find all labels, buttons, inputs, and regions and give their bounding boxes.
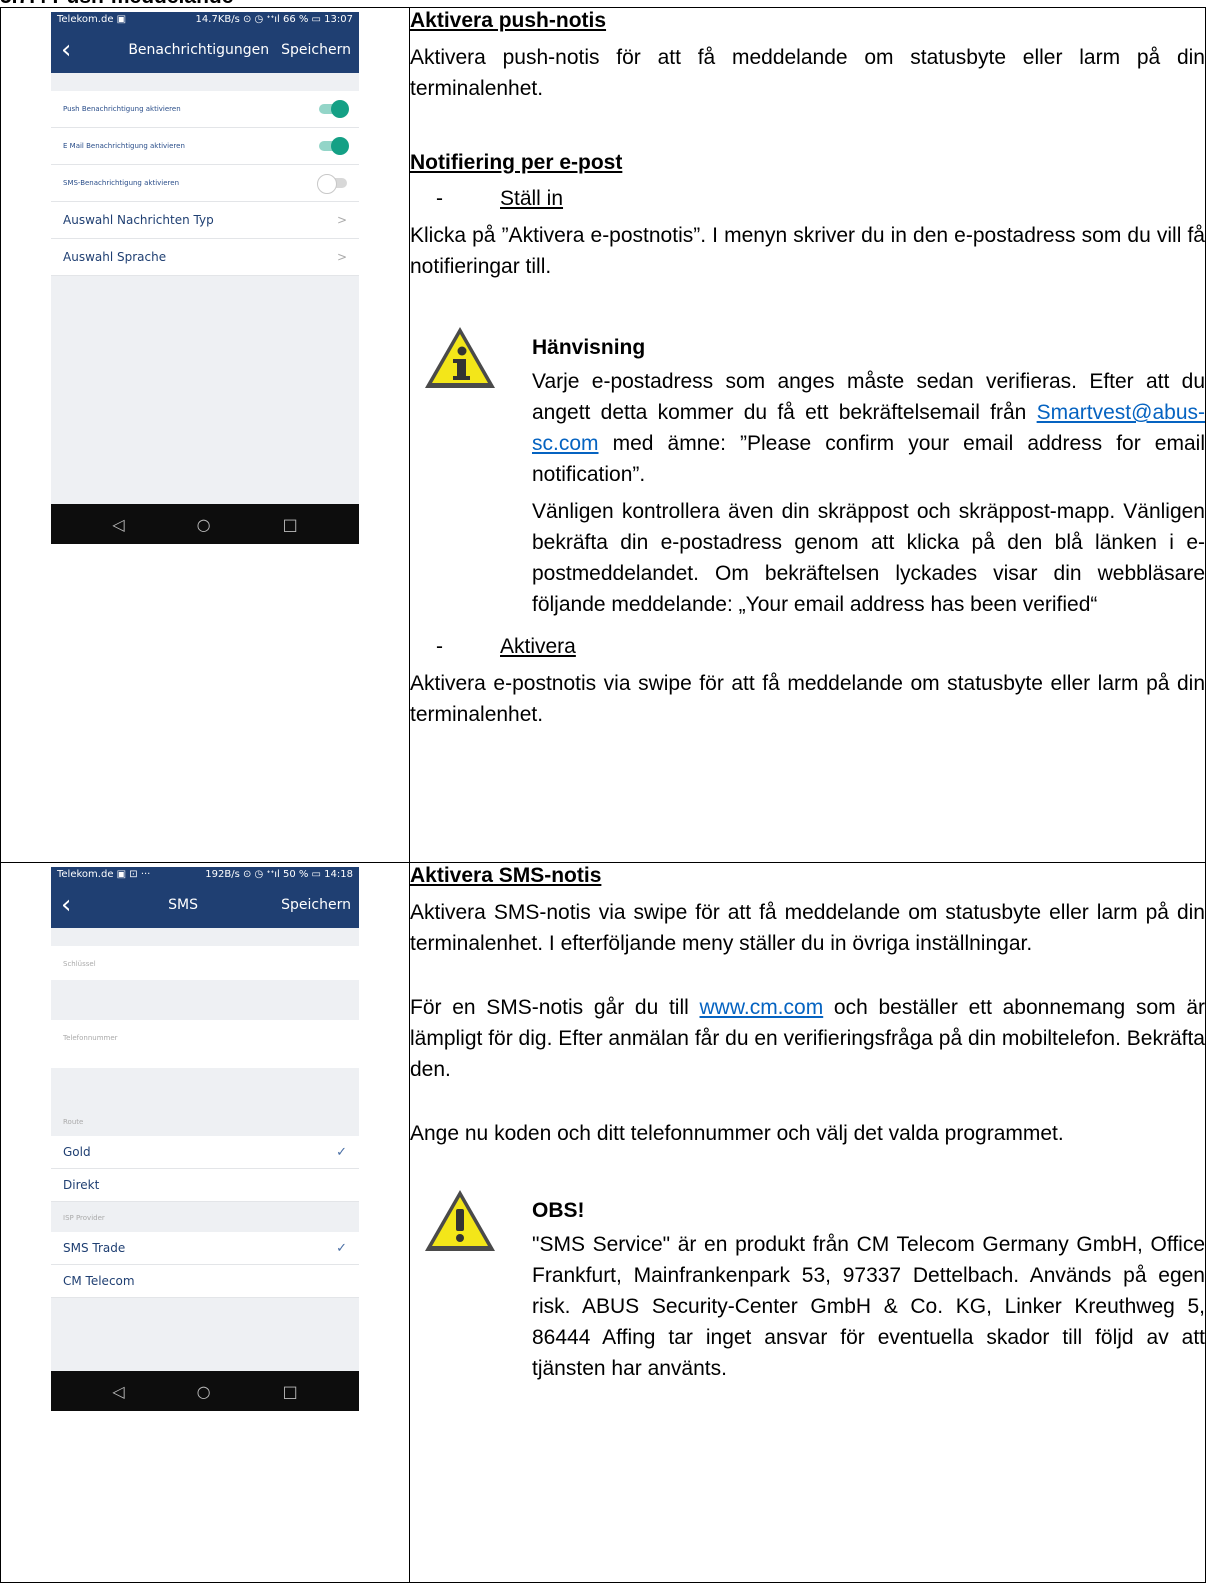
screen-title: SMS [168, 897, 198, 913]
activate-label: Aktivera [500, 635, 576, 658]
cm-link[interactable]: www.cm.com [700, 996, 824, 1019]
back-arrow-icon[interactable]: ‹ [61, 892, 85, 918]
option-label: SMS Trade [63, 1241, 126, 1255]
checkmark-icon: ✓ [336, 1240, 347, 1256]
sms-heading: Aktivera SMS-notis [410, 864, 602, 887]
save-button[interactable]: Speichern [281, 42, 359, 58]
option-label: CM Telecom [63, 1274, 135, 1288]
isp-option-sms-trade[interactable]: SMS Trade ✓ [51, 1232, 359, 1265]
table-row: Telekom.de ▣ ⊡ ··· 192B/s ⊙ ◷ ᐩᐩıl 50 % … [0, 862, 1206, 1583]
nav-back-icon[interactable]: ◁ [112, 1382, 124, 1401]
table-row: Telekom.de ▣ 14.7KB/s ⊙ ◷ ᐩᐩıl 66 % ▭ 13… [0, 7, 1206, 863]
app-bar: ‹ Benachrichtigungen Speichern [51, 27, 359, 73]
screenshot-cell: Telekom.de ▣ 14.7KB/s ⊙ ◷ ᐩᐩıl 66 % ▭ 13… [0, 7, 410, 863]
status-right: 14.7KB/s ⊙ ◷ ᐩᐩıl 66 % ▭ 13:07 [195, 14, 353, 25]
sms-text: Aktivera SMS-notis via swipe för att få … [410, 901, 1205, 955]
toggle-knob [331, 100, 349, 118]
nav-home-icon[interactable]: ○ [197, 1382, 211, 1401]
cm-paragraph: För en SMS-notis går du till www.cm.com … [410, 992, 1205, 1085]
sms-toggle-row[interactable]: SMS-Benachrichtigung aktivieren [51, 165, 359, 202]
route-section-label: Route [63, 1118, 84, 1126]
status-bar: Telekom.de ▣ 14.7KB/s ⊙ ◷ ᐩᐩıl 66 % ▭ 13… [51, 12, 359, 27]
screenshot-cell: Telekom.de ▣ ⊡ ··· 192B/s ⊙ ◷ ᐩᐩıl 50 % … [0, 862, 410, 1583]
isp-section-label: ISP Provider [63, 1214, 105, 1222]
app-bar: ‹ SMS Speichern [51, 882, 359, 928]
toggle-knob [331, 137, 349, 155]
manual-table: Telekom.de ▣ 14.7KB/s ⊙ ◷ ᐩᐩıl 66 % ▭ 13… [0, 7, 1206, 1583]
push-toggle-row[interactable]: Push Benachrichtigung aktivieren [51, 91, 359, 128]
text-cell: Aktivera SMS-notis Aktivera SMS-notis vi… [409, 862, 1206, 1583]
option-label: Direkt [63, 1178, 100, 1192]
option-label: Gold [63, 1145, 91, 1159]
menu-item-language[interactable]: Auswahl Sprache > [51, 239, 359, 276]
back-arrow-icon[interactable]: ‹ [61, 37, 85, 63]
setup-label: Ställ in [500, 187, 564, 210]
toggle-label: Push Benachrichtigung aktivieren [63, 105, 181, 113]
text-cell: Aktivera push-notis Aktivera push-notis … [409, 7, 1206, 863]
note-body: Hänvisning Varje e-postadress som anges … [498, 324, 1205, 626]
isp-option-cm-telecom[interactable]: CM Telecom [51, 1265, 359, 1298]
toggle-label: E Mail Benachrichtigung aktivieren [63, 142, 185, 150]
toggle-label: SMS-Benachrichtigung aktivieren [63, 179, 179, 187]
obs-body: OBS! "SMS Service" är en produkt från CM… [498, 1187, 1205, 1390]
obs-text: "SMS Service" är en produkt från CM Tele… [532, 1233, 1205, 1380]
phone-number-field[interactable]: Telefonnummer [51, 1020, 359, 1068]
menu-label: Auswahl Sprache [63, 250, 167, 264]
note-paragraph-2: Vänligen kontrollera även din skräppost … [532, 500, 1205, 616]
chevron-right-icon: > [336, 250, 347, 264]
setup-text: Klicka på ”Aktivera e-postnotis”. I meny… [410, 224, 1205, 278]
save-button[interactable]: Speichern [281, 897, 359, 913]
toggle-knob [317, 174, 337, 194]
status-bar: Telekom.de ▣ ⊡ ··· 192B/s ⊙ ◷ ᐩᐩıl 50 % … [51, 867, 359, 882]
nav-home-icon[interactable]: ○ [197, 515, 211, 534]
cm-text: För en SMS-notis går du till [410, 996, 700, 1019]
checkmark-icon: ✓ [336, 1144, 347, 1160]
status-right: 192B/s ⊙ ◷ ᐩᐩıl 50 % ▭ 14:18 [205, 869, 353, 880]
code-text: Ange nu koden och ditt telefonnummer och… [410, 1122, 1064, 1145]
status-left: Telekom.de ▣ [57, 14, 127, 25]
sms-toggle-switch[interactable] [317, 174, 347, 194]
setup-subheading: - Ställ in [436, 187, 564, 210]
note-text: med ämne: ”Please confirm your email add… [532, 432, 1205, 486]
android-nav-bar: ◁ ○ □ [51, 1371, 359, 1411]
info-warning-icon [422, 324, 498, 626]
sms-screenshot: Telekom.de ▣ ⊡ ··· 192B/s ⊙ ◷ ᐩᐩıl 50 % … [51, 867, 359, 1411]
nav-recent-icon[interactable]: □ [283, 1382, 298, 1401]
obs-box: OBS! "SMS Service" är en produkt från CM… [422, 1187, 1205, 1390]
screen-title: Benachrichtigungen [128, 42, 270, 58]
nav-back-icon[interactable]: ◁ [112, 515, 124, 534]
push-heading: Aktivera push-notis [410, 9, 607, 32]
email-heading: Notifiering per e-post [410, 151, 623, 174]
note-paragraph-1: Varje e-postadress som anges måste sedan… [532, 366, 1205, 490]
status-left: Telekom.de ▣ ⊡ ··· [57, 869, 151, 880]
notifications-screenshot: Telekom.de ▣ 14.7KB/s ⊙ ◷ ᐩᐩıl 66 % ▭ 13… [51, 12, 359, 544]
note-box: Hänvisning Varje e-postadress som anges … [422, 324, 1205, 626]
email-toggle-row[interactable]: E Mail Benachrichtigung aktivieren [51, 128, 359, 165]
route-option-direkt[interactable]: Direkt [51, 1169, 359, 1202]
push-text: Aktivera push-notis för att få meddeland… [410, 46, 1205, 100]
email-toggle-switch[interactable] [319, 137, 349, 155]
chevron-right-icon: > [336, 213, 347, 227]
activate-subheading: - Aktivera [436, 635, 576, 658]
menu-item-message-type[interactable]: Auswahl Nachrichten Typ > [51, 202, 359, 239]
nav-recent-icon[interactable]: □ [283, 515, 298, 534]
android-nav-bar: ◁ ○ □ [51, 504, 359, 544]
key-field[interactable]: Schlüssel [51, 946, 359, 980]
warning-icon [422, 1187, 498, 1390]
activate-text: Aktivera e-postnotis via swipe för att f… [410, 672, 1205, 726]
route-option-gold[interactable]: Gold ✓ [51, 1136, 359, 1169]
obs-heading: OBS! [532, 1199, 585, 1222]
push-toggle-switch[interactable] [319, 100, 349, 118]
note-heading: Hänvisning [532, 336, 646, 359]
menu-label: Auswahl Nachrichten Typ [63, 213, 214, 227]
